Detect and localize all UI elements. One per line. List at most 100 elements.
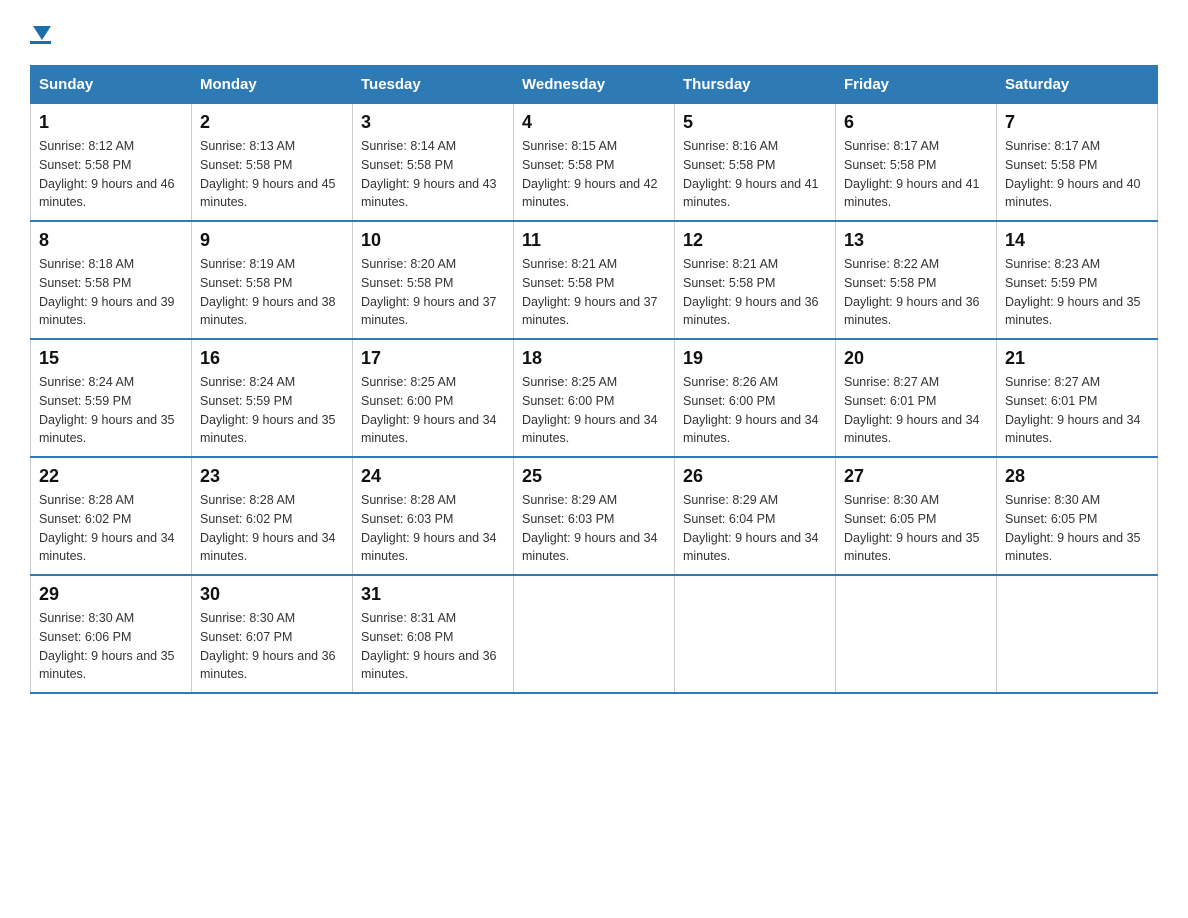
day-number: 23 xyxy=(200,466,344,487)
day-info: Sunrise: 8:29 AMSunset: 6:03 PMDaylight:… xyxy=(522,491,666,566)
calendar-cell: 23 Sunrise: 8:28 AMSunset: 6:02 PMDayligh… xyxy=(192,457,353,575)
calendar-cell: 14Sunrise: 8:23 AMSunset: 5:59 PMDayligh… xyxy=(997,221,1158,339)
calendar-cell xyxy=(997,575,1158,693)
day-number: 27 xyxy=(844,466,988,487)
day-info: Sunrise: 8:30 AMSunset: 6:07 PMDaylight:… xyxy=(200,609,344,684)
day-info: Sunrise: 8:20 AMSunset: 5:58 PMDaylight:… xyxy=(361,255,505,330)
day-info: Sunrise: 8:17 AMSunset: 5:58 PMDaylight:… xyxy=(844,137,988,212)
day-info: Sunrise: 8:24 AMSunset: 5:59 PMDaylight:… xyxy=(200,373,344,448)
calendar-cell: 30 Sunrise: 8:30 AMSunset: 6:07 PMDayligh… xyxy=(192,575,353,693)
page-header xyxy=(30,30,1158,45)
day-number: 2 xyxy=(200,112,344,133)
col-header-saturday: Saturday xyxy=(997,66,1158,104)
calendar-cell: 8 Sunrise: 8:18 AMSunset: 5:58 PMDaylight… xyxy=(31,221,192,339)
calendar-cell: 26Sunrise: 8:29 AMSunset: 6:04 PMDayligh… xyxy=(675,457,836,575)
col-header-thursday: Thursday xyxy=(675,66,836,104)
day-number: 22 xyxy=(39,466,183,487)
logo-triangle-icon xyxy=(33,26,51,40)
day-number: 31 xyxy=(361,584,505,605)
day-number: 12 xyxy=(683,230,827,251)
calendar-week-row-2: 8 Sunrise: 8:18 AMSunset: 5:58 PMDaylight… xyxy=(31,221,1158,339)
day-info: Sunrise: 8:28 AMSunset: 6:02 PMDaylight:… xyxy=(200,491,344,566)
day-info: Sunrise: 8:18 AMSunset: 5:58 PMDaylight:… xyxy=(39,255,183,330)
day-info: Sunrise: 8:25 AMSunset: 6:00 PMDaylight:… xyxy=(522,373,666,448)
day-number: 6 xyxy=(844,112,988,133)
day-number: 11 xyxy=(522,230,666,251)
calendar-cell: 18 Sunrise: 8:25 AMSunset: 6:00 PMDayligh… xyxy=(514,339,675,457)
day-info: Sunrise: 8:12 AMSunset: 5:58 PMDaylight:… xyxy=(39,137,183,212)
calendar-cell: 17 Sunrise: 8:25 AMSunset: 6:00 PMDayligh… xyxy=(353,339,514,457)
calendar-cell xyxy=(836,575,997,693)
calendar-week-row-5: 29Sunrise: 8:30 AMSunset: 6:06 PMDayligh… xyxy=(31,575,1158,693)
logo-blue-text xyxy=(30,41,51,45)
calendar-cell: 12Sunrise: 8:21 AMSunset: 5:58 PMDayligh… xyxy=(675,221,836,339)
col-header-monday: Monday xyxy=(192,66,353,104)
logo-row1 xyxy=(30,30,51,40)
day-info: Sunrise: 8:27 AMSunset: 6:01 PMDaylight:… xyxy=(844,373,988,448)
day-number: 24 xyxy=(361,466,505,487)
calendar-week-row-1: 1 Sunrise: 8:12 AMSunset: 5:58 PMDaylight… xyxy=(31,104,1158,222)
day-info: Sunrise: 8:25 AMSunset: 6:00 PMDaylight:… xyxy=(361,373,505,448)
day-number: 5 xyxy=(683,112,827,133)
day-info: Sunrise: 8:27 AMSunset: 6:01 PMDaylight:… xyxy=(1005,373,1149,448)
day-info: Sunrise: 8:22 AMSunset: 5:58 PMDaylight:… xyxy=(844,255,988,330)
day-number: 17 xyxy=(361,348,505,369)
calendar-header-row: SundayMondayTuesdayWednesdayThursdayFrid… xyxy=(31,66,1158,104)
day-number: 3 xyxy=(361,112,505,133)
calendar-cell xyxy=(514,575,675,693)
day-info: Sunrise: 8:21 AMSunset: 5:58 PMDaylight:… xyxy=(522,255,666,330)
day-info: Sunrise: 8:28 AMSunset: 6:02 PMDaylight:… xyxy=(39,491,183,566)
calendar-cell: 19Sunrise: 8:26 AMSunset: 6:00 PMDayligh… xyxy=(675,339,836,457)
day-number: 14 xyxy=(1005,230,1149,251)
day-info: Sunrise: 8:17 AMSunset: 5:58 PMDaylight:… xyxy=(1005,137,1149,212)
calendar-cell: 20 Sunrise: 8:27 AMSunset: 6:01 PMDayligh… xyxy=(836,339,997,457)
calendar-cell: 4 Sunrise: 8:15 AMSunset: 5:58 PMDaylight… xyxy=(514,104,675,222)
calendar-cell: 1 Sunrise: 8:12 AMSunset: 5:58 PMDaylight… xyxy=(31,104,192,222)
calendar-week-row-4: 22 Sunrise: 8:28 AMSunset: 6:02 PMDayligh… xyxy=(31,457,1158,575)
calendar-cell: 27 Sunrise: 8:30 AMSunset: 6:05 PMDayligh… xyxy=(836,457,997,575)
calendar-table: SundayMondayTuesdayWednesdayThursdayFrid… xyxy=(30,65,1158,694)
day-info: Sunrise: 8:30 AMSunset: 6:05 PMDaylight:… xyxy=(1005,491,1149,566)
day-info: Sunrise: 8:31 AMSunset: 6:08 PMDaylight:… xyxy=(361,609,505,684)
col-header-friday: Friday xyxy=(836,66,997,104)
day-number: 30 xyxy=(200,584,344,605)
day-info: Sunrise: 8:19 AMSunset: 5:58 PMDaylight:… xyxy=(200,255,344,330)
day-number: 7 xyxy=(1005,112,1149,133)
day-number: 28 xyxy=(1005,466,1149,487)
calendar-cell: 5 Sunrise: 8:16 AMSunset: 5:58 PMDaylight… xyxy=(675,104,836,222)
calendar-week-row-3: 15 Sunrise: 8:24 AMSunset: 5:59 PMDayligh… xyxy=(31,339,1158,457)
calendar-cell: 24 Sunrise: 8:28 AMSunset: 6:03 PMDayligh… xyxy=(353,457,514,575)
day-number: 1 xyxy=(39,112,183,133)
day-info: Sunrise: 8:28 AMSunset: 6:03 PMDaylight:… xyxy=(361,491,505,566)
calendar-cell: 16 Sunrise: 8:24 AMSunset: 5:59 PMDayligh… xyxy=(192,339,353,457)
calendar-cell: 15 Sunrise: 8:24 AMSunset: 5:59 PMDayligh… xyxy=(31,339,192,457)
day-info: Sunrise: 8:24 AMSunset: 5:59 PMDaylight:… xyxy=(39,373,183,448)
calendar-cell: 3 Sunrise: 8:14 AMSunset: 5:58 PMDaylight… xyxy=(353,104,514,222)
day-number: 18 xyxy=(522,348,666,369)
day-info: Sunrise: 8:14 AMSunset: 5:58 PMDaylight:… xyxy=(361,137,505,212)
day-info: Sunrise: 8:29 AMSunset: 6:04 PMDaylight:… xyxy=(683,491,827,566)
day-info: Sunrise: 8:30 AMSunset: 6:05 PMDaylight:… xyxy=(844,491,988,566)
day-number: 15 xyxy=(39,348,183,369)
day-info: Sunrise: 8:15 AMSunset: 5:58 PMDaylight:… xyxy=(522,137,666,212)
calendar-cell: 21Sunrise: 8:27 AMSunset: 6:01 PMDayligh… xyxy=(997,339,1158,457)
day-info: Sunrise: 8:26 AMSunset: 6:00 PMDaylight:… xyxy=(683,373,827,448)
calendar-cell: 2 Sunrise: 8:13 AMSunset: 5:58 PMDaylight… xyxy=(192,104,353,222)
calendar-cell: 9 Sunrise: 8:19 AMSunset: 5:58 PMDaylight… xyxy=(192,221,353,339)
calendar-cell: 31 Sunrise: 8:31 AMSunset: 6:08 PMDayligh… xyxy=(353,575,514,693)
day-info: Sunrise: 8:16 AMSunset: 5:58 PMDaylight:… xyxy=(683,137,827,212)
calendar-cell: 28 Sunrise: 8:30 AMSunset: 6:05 PMDayligh… xyxy=(997,457,1158,575)
calendar-cell: 29Sunrise: 8:30 AMSunset: 6:06 PMDayligh… xyxy=(31,575,192,693)
day-number: 16 xyxy=(200,348,344,369)
calendar-cell: 25Sunrise: 8:29 AMSunset: 6:03 PMDayligh… xyxy=(514,457,675,575)
day-number: 8 xyxy=(39,230,183,251)
day-number: 13 xyxy=(844,230,988,251)
day-number: 10 xyxy=(361,230,505,251)
day-number: 4 xyxy=(522,112,666,133)
calendar-cell: 6 Sunrise: 8:17 AMSunset: 5:58 PMDaylight… xyxy=(836,104,997,222)
day-number: 9 xyxy=(200,230,344,251)
day-number: 20 xyxy=(844,348,988,369)
calendar-cell: 10 Sunrise: 8:20 AMSunset: 5:58 PMDayligh… xyxy=(353,221,514,339)
calendar-cell: 22 Sunrise: 8:28 AMSunset: 6:02 PMDayligh… xyxy=(31,457,192,575)
day-info: Sunrise: 8:13 AMSunset: 5:58 PMDaylight:… xyxy=(200,137,344,212)
